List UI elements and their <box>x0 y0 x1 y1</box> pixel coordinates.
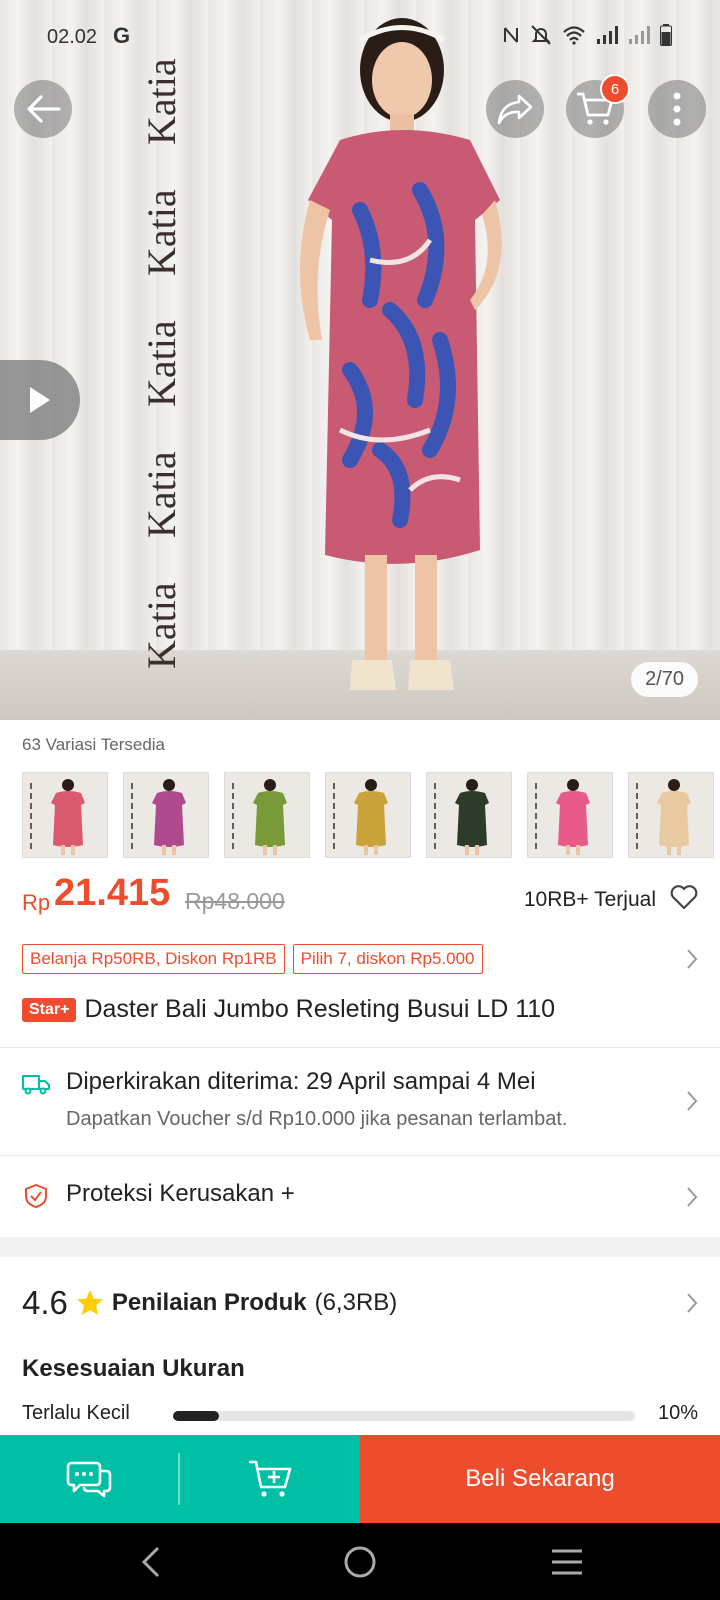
play-video-button[interactable] <box>0 360 80 440</box>
section-spacer <box>0 1237 720 1257</box>
variation-thumbnail[interactable] <box>224 772 310 858</box>
chevron-right-icon[interactable] <box>686 1292 698 1314</box>
divider <box>0 1047 720 1048</box>
brand-watermark: Katia <box>139 58 184 145</box>
star-plus-badge: Star+ <box>22 997 77 1022</box>
variation-thumbnail[interactable] <box>22 772 108 858</box>
brand-watermark: Katia <box>139 582 184 669</box>
variation-thumbnail[interactable] <box>325 772 411 858</box>
play-icon <box>30 387 50 413</box>
size-fit-percent: 10% <box>657 1402 698 1424</box>
mute-icon <box>531 25 551 45</box>
signal-icon <box>629 26 650 44</box>
status-bar: 02.02 G <box>0 18 720 58</box>
more-button[interactable] <box>648 80 706 138</box>
shield-check-icon <box>25 1183 47 1209</box>
more-vertical-icon <box>673 92 681 126</box>
star-icon <box>76 1290 103 1315</box>
add-cart-icon <box>249 1460 292 1497</box>
price-currency: Rp <box>22 890 51 915</box>
add-to-cart-button[interactable] <box>180 1435 360 1523</box>
product-title: Daster Bali Jumbo Resleting Busui LD 110 <box>84 995 556 1023</box>
variation-thumbnails[interactable] <box>22 772 714 858</box>
status-time: 02.02 <box>47 26 98 48</box>
product-image[interactable]: Katia Katia Katia Katia Katia 02.02 G 6 … <box>0 0 720 720</box>
image-counter: 2/70 <box>631 662 698 697</box>
nav-recents-icon[interactable] <box>550 1547 584 1577</box>
price-value: 21.415 <box>54 872 171 914</box>
dress-thumbnail-image <box>30 779 85 855</box>
dress-thumbnail-image <box>636 779 691 855</box>
delivery-estimate: Diperkirakan diterima: 29 April sampai 4… <box>66 1068 536 1095</box>
chevron-right-icon <box>687 1091 698 1111</box>
google-icon: G <box>113 23 131 48</box>
variation-thumbnail[interactable] <box>123 772 209 858</box>
signal-icon <box>597 26 618 44</box>
original-price: Rp48.000 <box>185 888 285 914</box>
battery-icon <box>660 24 672 46</box>
nfc-icon <box>504 27 518 43</box>
size-fit-bar-fill <box>173 1411 220 1421</box>
brand-watermark: Katia <box>139 320 184 407</box>
chat-button[interactable] <box>0 1435 178 1523</box>
variation-thumbnail[interactable] <box>527 772 613 858</box>
protection-title: Proteksi Kerusakan + <box>66 1180 295 1207</box>
chat-icon <box>66 1461 112 1498</box>
product-rating-row[interactable]: 4.6 Penilaian Produk (6,3RB) <box>22 1284 397 1322</box>
variations-label: 63 Variasi Tersedia <box>22 735 166 754</box>
wifi-icon <box>563 26 585 45</box>
promo-tag[interactable]: Belanja Rp50RB, Diskon Rp1RB <box>22 944 285 974</box>
rating-count: (6,3RB) <box>314 1289 398 1316</box>
divider <box>0 1155 720 1156</box>
nav-back-icon[interactable] <box>140 1545 162 1579</box>
nav-home-icon[interactable] <box>343 1545 377 1579</box>
separator <box>178 1435 180 1523</box>
truck-icon <box>22 1075 50 1095</box>
price-row: Rp 21.415 Rp48.000 10RB+ Terjual <box>22 872 698 918</box>
cart-button[interactable]: 6 <box>566 74 630 138</box>
share-icon <box>497 94 533 125</box>
chevron-right-icon <box>687 1187 698 1207</box>
promo-tags[interactable]: Belanja Rp50RB, Diskon Rp1RB Pilih 7, di… <box>22 944 483 974</box>
dress-thumbnail-image <box>434 779 489 855</box>
brand-watermark: Katia <box>139 189 184 276</box>
dress-thumbnail-image <box>333 779 388 855</box>
system-nav-bar <box>0 1523 720 1600</box>
promo-tag[interactable]: Pilih 7, diskon Rp5.000 <box>292 944 483 974</box>
dress-thumbnail-image <box>232 779 287 855</box>
bottom-action-bar: Beli Sekarang <box>0 1435 720 1523</box>
rating-title: Penilaian Produk <box>111 1289 307 1316</box>
variation-thumbnail[interactable] <box>426 772 512 858</box>
cart-badge: 6 <box>600 74 630 104</box>
delivery-voucher-note: Dapatkan Voucher s/d Rp10.000 jika pesan… <box>66 1108 568 1130</box>
sold-count: 10RB+ Terjual <box>523 888 656 911</box>
heart-icon[interactable] <box>670 884 698 910</box>
dress-thumbnail-image <box>535 779 590 855</box>
variation-thumbnail[interactable] <box>628 772 714 858</box>
chevron-right-icon[interactable] <box>686 948 698 970</box>
share-button[interactable] <box>486 80 544 138</box>
arrow-left-icon <box>27 95 61 123</box>
size-fit-label: Terlalu Kecil <box>22 1402 130 1424</box>
brand-watermark: Katia <box>139 451 184 538</box>
size-fit-row: Terlalu Kecil 10% <box>22 1402 698 1428</box>
product-title-row: Star+ Daster Bali Jumbo Resleting Busui … <box>22 995 555 1024</box>
dress-thumbnail-image <box>131 779 186 855</box>
size-fit-title: Kesesuaian Ukuran <box>22 1355 245 1382</box>
rating-score: 4.6 <box>22 1284 68 1321</box>
size-fit-bar <box>173 1411 635 1421</box>
back-button[interactable] <box>14 80 72 138</box>
buy-now-button[interactable]: Beli Sekarang <box>360 1435 720 1523</box>
